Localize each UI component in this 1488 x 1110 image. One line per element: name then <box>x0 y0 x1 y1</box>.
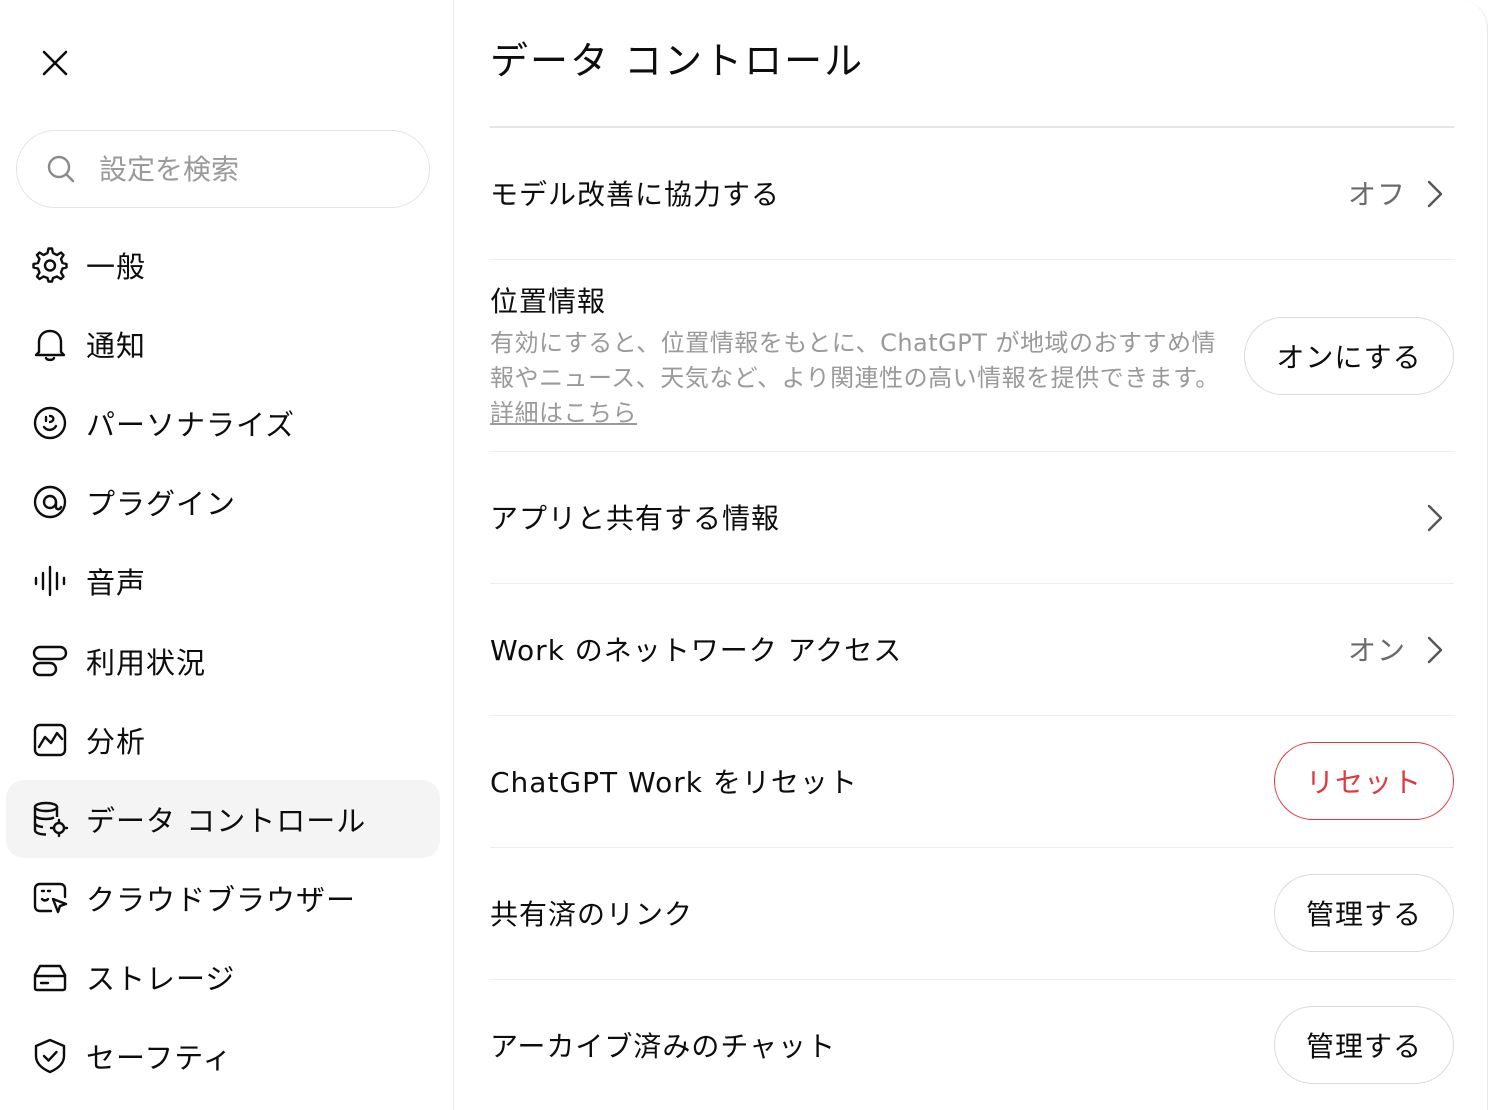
row-location: 位置情報 有効にすると、位置情報をもとに、ChatGPT が地域のおすすめ情報や… <box>490 260 1454 452</box>
chevron-right-icon[interactable] <box>1422 630 1448 670</box>
analytics-icon <box>30 720 70 760</box>
sidebar-item-label: 利用状況 <box>86 646 207 680</box>
settings-window: 一般 通知 パーソナライズ プラグイン 音声 <box>0 0 1488 1110</box>
sidebar-item-personalize[interactable]: パーソナライズ <box>6 384 440 462</box>
row-label: アーカイブ済みのチャット <box>490 1030 837 1063</box>
row-apps-shared-info[interactable]: アプリと共有する情報 <box>490 452 1454 584</box>
storage-icon <box>30 957 70 997</box>
sidebar-item-general[interactable]: 一般 <box>6 226 440 304</box>
row-label: Work のネットワーク アクセス <box>490 634 903 667</box>
sidebar-item-cloud-browser[interactable]: クラウドブラウザー <box>6 859 440 937</box>
row-label: アプリと共有する情報 <box>490 502 781 535</box>
close-icon <box>42 50 68 76</box>
row-shared-links: 共有済のリンク 管理する <box>490 848 1454 980</box>
sidebar-item-label: データ コントロール <box>86 804 367 838</box>
sidebar-item-storage[interactable]: ストレージ <box>6 938 440 1016</box>
chevron-right-icon[interactable] <box>1422 498 1448 538</box>
enable-location-button[interactable]: オンにする <box>1244 317 1454 395</box>
row-label: 共有済のリンク <box>490 898 694 931</box>
location-description: 有効にすると、位置情報をもとに、ChatGPT が地域のおすすめ情報やニュース、… <box>490 326 1222 431</box>
sidebar-item-label: セーフティ <box>86 1041 233 1075</box>
row-value: オン <box>1347 634 1406 667</box>
bell-icon <box>30 324 70 364</box>
sidebar-item-label: 分析 <box>86 725 147 759</box>
settings-search[interactable] <box>16 130 430 208</box>
sidebar-item-label: プラグイン <box>86 487 237 521</box>
voice-icon <box>30 561 70 601</box>
row-work-network-access[interactable]: Work のネットワーク アクセス オン <box>490 584 1454 716</box>
sidebar-item-analytics[interactable]: 分析 <box>6 701 440 779</box>
row-label: ChatGPT Work をリセット <box>490 766 858 799</box>
row-model-improvement[interactable]: モデル改善に協力する オフ <box>490 128 1454 260</box>
description-text: 有効にすると、位置情報をもとに、ChatGPT が地域のおすすめ情報やニュース、… <box>490 329 1220 392</box>
chevron-right-icon[interactable] <box>1422 174 1448 214</box>
row-reset-work: ChatGPT Work をリセット リセット <box>490 716 1454 848</box>
sidebar-item-label: 一般 <box>86 250 147 284</box>
row-value: オフ <box>1347 178 1406 211</box>
search-icon <box>45 153 77 185</box>
cloud-browser-icon <box>30 878 70 918</box>
sidebar-item-voice[interactable]: 音声 <box>6 542 440 620</box>
row-archived-chats: アーカイブ済みのチャット 管理する <box>490 980 1454 1110</box>
sidebar-item-usage[interactable]: 利用状況 <box>6 622 440 700</box>
manage-shared-links-button[interactable]: 管理する <box>1274 874 1454 952</box>
sidebar-item-safety[interactable]: セーフティ <box>6 1017 440 1095</box>
search-input[interactable] <box>99 152 399 186</box>
shield-check-icon <box>30 1036 70 1076</box>
settings-main-panel: データ コントロール モデル改善に協力する オフ 位置情報 有効にすると、位置情… <box>490 0 1454 1110</box>
sidebar-item-label: クラウドブラウザー <box>86 883 357 917</box>
sidebar-item-data-controls[interactable]: データ コントロール <box>6 780 440 858</box>
sidebar-item-label: パーソナライズ <box>86 408 296 442</box>
settings-sidebar: 一般 通知 パーソナライズ プラグイン 音声 <box>0 0 454 1110</box>
reset-button[interactable]: リセット <box>1274 742 1454 820</box>
close-button[interactable] <box>30 38 80 88</box>
sidebar-item-label: 通知 <box>86 329 147 363</box>
usage-icon <box>30 641 70 681</box>
personalize-icon <box>30 403 70 443</box>
sidebar-item-label: ストレージ <box>86 962 236 996</box>
gear-icon <box>30 245 70 285</box>
row-label: モデル改善に協力する <box>490 178 781 211</box>
plugin-icon <box>30 482 70 522</box>
sidebar-item-plugins[interactable]: プラグイン <box>6 463 440 541</box>
page-title: データ コントロール <box>490 39 865 83</box>
row-label: 位置情報 <box>490 285 607 318</box>
sidebar-item-notifications[interactable]: 通知 <box>6 305 440 383</box>
learn-more-link[interactable]: 詳細はこちら <box>490 399 637 427</box>
database-gear-icon <box>30 799 70 839</box>
manage-archived-chats-button[interactable]: 管理する <box>1274 1006 1454 1084</box>
sidebar-item-label: 音声 <box>86 566 147 600</box>
